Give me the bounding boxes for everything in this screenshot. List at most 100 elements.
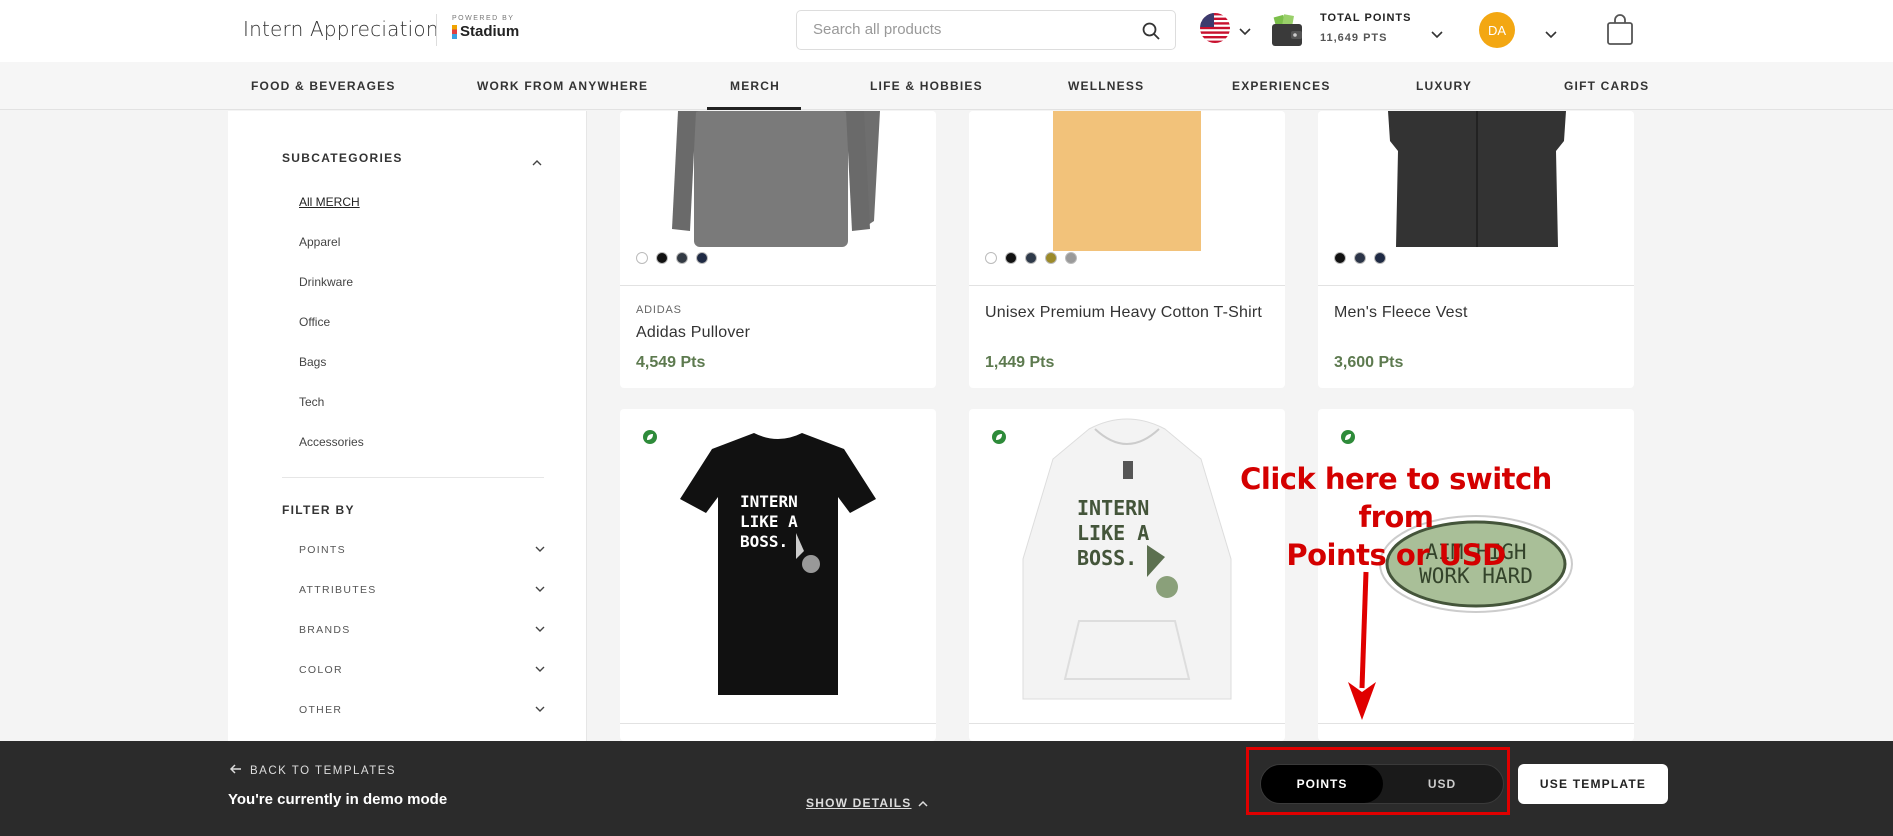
show-details-label: SHOW DETAILS [806,796,912,810]
card-divider [969,723,1285,724]
color-swatch[interactable] [1334,252,1346,264]
subcategory-accessories[interactable]: Accessories [299,435,364,449]
product-name[interactable]: Men's Fleece Vest [1334,304,1468,322]
chevron-down-icon[interactable] [535,664,545,676]
product-card[interactable]: Unisex Premium Heavy Cotton T-Shirt 1,44… [969,111,1285,388]
product-card[interactable]: INTERN LIKE A BOSS. [969,409,1285,741]
back-to-templates-label: BACK TO TEMPLATES [250,764,397,777]
nav-item-life-hobbies[interactable]: LIFE & HOBBIES [870,79,983,93]
filter-by-heading: FILTER BY [282,503,355,517]
powered-by-label: POWERED BY [452,15,515,22]
product-card[interactable]: ADIDAS Adidas Pullover 4,549 Pts [620,111,936,388]
subcategory-all-merch[interactable]: All MERCH [299,195,360,209]
chevron-down-icon[interactable] [535,544,545,556]
color-swatch[interactable] [1065,252,1077,264]
us-flag-icon[interactable] [1200,13,1230,43]
nav-item-experiences[interactable]: EXPERIENCES [1232,79,1331,93]
toggle-usd-option[interactable]: USD [1381,765,1503,803]
nav-item-gift-cards[interactable]: GIFT CARDS [1564,79,1649,93]
hoodie-print-line: BOSS. [1077,546,1137,570]
card-divider [969,285,1285,286]
top-header: Intern Appreciation POWERED BY Stadium S… [0,0,1893,62]
nav-item-wellness[interactable]: WELLNESS [1068,79,1144,93]
search-input[interactable] [813,21,1133,38]
color-swatch[interactable] [656,252,668,264]
filter-brands[interactable]: BRANDS [299,624,545,636]
subcategories-heading[interactable]: SUBCATEGORIES [282,151,403,165]
tshirt-print-line: BOSS. [740,532,788,551]
use-template-button[interactable]: USE TEMPLATE [1518,764,1668,804]
filter-color[interactable]: COLOR [299,664,545,676]
points-chevron-down-icon[interactable] [1431,26,1443,44]
brand-divider [436,14,437,46]
product-name[interactable]: Adidas Pullover [636,324,750,342]
arrow-left-icon [229,764,242,777]
back-to-templates-link[interactable]: BACK TO TEMPLATES [229,764,397,777]
product-image[interactable] [1318,111,1634,285]
subcategory-drinkware[interactable]: Drinkware [299,275,353,289]
hoodie-print-line: INTERN [1077,496,1149,520]
show-details-link[interactable]: SHOW DETAILS [806,796,928,810]
product-price: 1,449 Pts [985,354,1055,371]
shopping-bag-icon[interactable] [1606,14,1634,51]
currency-toggle[interactable]: POINTS USD [1260,764,1504,804]
filter-points[interactable]: POINTS [299,544,545,556]
subcategory-bags[interactable]: Bags [299,355,326,369]
color-swatch[interactable] [696,252,708,264]
filter-other[interactable]: OTHER [299,704,545,716]
chevron-up-icon[interactable] [532,153,542,171]
avatar[interactable]: DA [1479,12,1515,48]
nav-item-luxury[interactable]: LUXURY [1416,79,1472,93]
color-swatch[interactable] [1045,252,1057,264]
product-name[interactable]: Unisex Premium Heavy Cotton T-Shirt [985,304,1262,322]
powered-by-logo: POWERED BY Stadium [452,15,519,40]
stadium-logo: Stadium [452,23,519,40]
color-swatch[interactable] [636,252,648,264]
filter-brands-label: BRANDS [299,624,351,636]
annotation-line-1: Click here to switch from [1240,462,1552,534]
product-card[interactable]: Men's Fleece Vest 3,600 Pts [1318,111,1634,388]
product-card[interactable]: INTERN LIKE A BOSS. [620,409,936,741]
account-chevron-down-icon[interactable] [1545,26,1557,44]
product-brand: ADIDAS [636,304,682,316]
nav-item-food-beverages[interactable]: FOOD & BEVERAGES [251,79,396,93]
product-image[interactable] [969,111,1285,285]
color-swatch[interactable] [985,252,997,264]
nav-item-work-from-anywhere[interactable]: WORK FROM ANYWHERE [477,79,648,93]
demo-mode-text: You're currently in demo mode [228,791,448,808]
chevron-down-icon[interactable] [535,624,545,636]
search-icon[interactable] [1141,21,1161,46]
toggle-points-option[interactable]: POINTS [1261,765,1383,803]
chevron-down-icon[interactable] [535,584,545,596]
color-swatches [985,252,1077,264]
filter-attributes-label: ATTRIBUTES [299,584,377,596]
chevron-down-icon[interactable] [1239,23,1251,41]
color-swatches [636,252,708,264]
filter-other-label: OTHER [299,704,343,716]
color-swatch[interactable] [1374,252,1386,264]
tshirt-print-line: INTERN [740,492,798,511]
chevron-down-icon[interactable] [535,704,545,716]
stadium-label: Stadium [460,23,520,40]
subcategory-office[interactable]: Office [299,315,330,329]
search-box[interactable] [796,10,1176,50]
product-image[interactable] [620,111,936,285]
brand-name[interactable]: Intern Appreciation [243,17,439,41]
total-points-value: 11,649 PTS [1320,32,1388,44]
tshirt-image[interactable]: INTERN LIKE A BOSS. [620,409,936,709]
nav-active-indicator [707,107,801,110]
annotation-callout: Click here to switch from Points or USD [1218,460,1574,574]
card-divider [620,285,936,286]
subcategory-tech[interactable]: Tech [299,395,324,409]
color-swatch[interactable] [1005,252,1017,264]
sidebar-divider [282,477,544,478]
color-swatch[interactable] [676,252,688,264]
color-swatch[interactable] [1354,252,1366,264]
product-price: 3,600 Pts [1334,354,1404,371]
filter-attributes[interactable]: ATTRIBUTES [299,584,545,596]
subcategory-apparel[interactable]: Apparel [299,235,340,249]
color-swatch[interactable] [1025,252,1037,264]
annotation-line-2: Points or USD [1286,538,1506,572]
card-divider [1318,285,1634,286]
nav-item-merch[interactable]: MERCH [730,79,780,93]
